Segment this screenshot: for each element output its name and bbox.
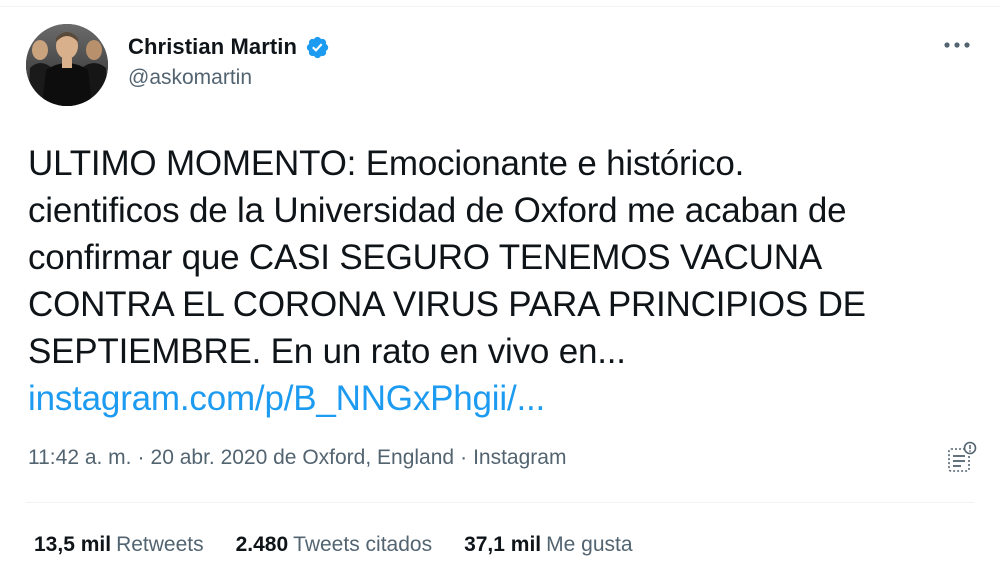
analytics-icon[interactable] [944, 440, 978, 474]
engagement-stats: 13,5 mil Retweets 2.480 Tweets citados 37,… [34, 533, 633, 557]
more-options-button[interactable] [940, 30, 974, 60]
tweet-text-line: SEPTIEMBRE. En un rato en vivo en... [28, 332, 626, 371]
quote-tweets-count: 2.480 [235, 533, 289, 556]
author-block: Christian Martin @askomartin [128, 32, 330, 90]
likes-count: 37,1 mil [464, 533, 542, 556]
retweets-count: 13,5 mil [34, 533, 112, 556]
name-row: Christian Martin [128, 32, 330, 62]
more-options-icon [944, 42, 970, 48]
instagram-link[interactable]: instagram.com/p/B_NNGxPhgii/... [28, 375, 973, 422]
retweets-label: Retweets [116, 533, 204, 556]
tweet-text-line: cientificos de la Universidad de Oxford … [28, 191, 847, 230]
divider [26, 502, 974, 503]
display-name[interactable]: Christian Martin [128, 34, 297, 60]
tweet-text-line: CONTRA EL CORONA VIRUS PARA PRINCIPIOS D… [28, 285, 866, 324]
separator: · [137, 446, 145, 469]
retweets-stat[interactable]: 13,5 mil Retweets [34, 533, 204, 557]
verified-badge-icon [305, 35, 330, 60]
quote-tweets-stat[interactable]: 2.480 Tweets citados [236, 533, 432, 557]
tweet-text-line: ULTIMO MOMENTO: Emocionante e histórico. [28, 144, 745, 183]
likes-stat[interactable]: 37,1 mil Me gusta [464, 533, 632, 557]
tweet-date-location[interactable]: 20 abr. 2020 de Oxford, England [151, 446, 455, 469]
tweet-time[interactable]: 11:42 a. m. [28, 446, 132, 469]
profile-photo [26, 24, 108, 106]
tweet-source[interactable]: Instagram [473, 446, 566, 469]
quote-tweets-label: Tweets citados [293, 533, 433, 556]
tweet-text-line: confirmar que CASI SEGURO TENEMOS VACUNA [28, 238, 822, 277]
tweet-text: ULTIMO MOMENTO: Emocionante e histórico.… [28, 140, 973, 422]
tweet-metadata: 11:42 a. m. · 20 abr. 2020 de Oxford, Engl… [28, 446, 566, 470]
likes-label: Me gusta [546, 533, 633, 556]
separator: · [460, 446, 468, 469]
user-handle[interactable]: @askomartin [128, 66, 330, 90]
tweet-detail: Christian Martin @askomartin ULTIMO MOME… [0, 0, 1000, 563]
top-edge [0, 0, 1000, 7]
avatar[interactable] [26, 24, 108, 106]
